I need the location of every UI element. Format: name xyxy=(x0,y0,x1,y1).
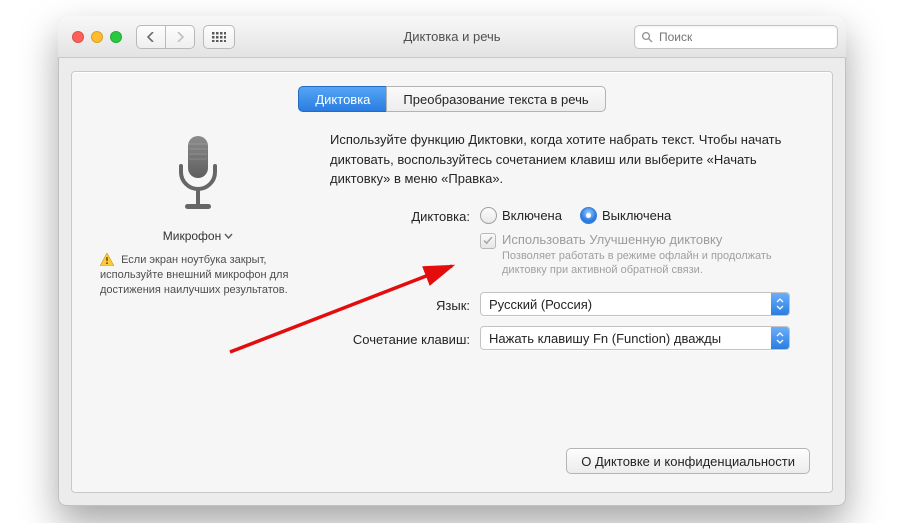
warning-text: Если экран ноутбука закрыт, используйте … xyxy=(100,254,288,296)
select-value: Русский (Россия) xyxy=(489,297,592,312)
radio-label: Выключена xyxy=(602,208,671,223)
radio-icon xyxy=(580,207,597,224)
enhanced-sublabel: Позволяет работать в режиме офлайн и про… xyxy=(502,249,812,279)
content-area: Диктовка Преобразование текста в речь xyxy=(71,71,833,493)
forward-button[interactable] xyxy=(165,25,195,49)
dictation-off-radio[interactable]: Выключена xyxy=(580,207,671,224)
tab-label: Преобразование текста в речь xyxy=(403,92,588,107)
language-select[interactable]: Русский (Россия) xyxy=(480,292,790,316)
tab-text-to-speech[interactable]: Преобразование текста в речь xyxy=(386,86,605,112)
enhanced-label: Использовать Улучшенную диктовку xyxy=(502,232,812,247)
microphone-label: Микрофон xyxy=(163,229,221,243)
select-value: Нажать клавишу Fn (Function) дважды xyxy=(489,331,721,346)
microphone-panel: Микрофон Если экран ноутбука закрыт, исп… xyxy=(92,130,304,360)
button-label: О Диктовке и конфиденциальности xyxy=(581,454,795,469)
preferences-window: Диктовка и речь Диктовка Преобразование … xyxy=(58,16,846,506)
dictation-on-radio[interactable]: Включена xyxy=(480,207,562,224)
updown-icon xyxy=(771,327,789,349)
chevron-down-icon xyxy=(224,233,233,239)
nav-buttons xyxy=(136,25,195,49)
zoom-window-button[interactable] xyxy=(110,31,122,43)
language-row-label: Язык: xyxy=(330,296,480,313)
search-icon xyxy=(641,31,653,43)
microphone-icon xyxy=(92,134,304,219)
checkbox-icon xyxy=(480,233,496,249)
radio-icon xyxy=(480,207,497,224)
dictation-row-label: Диктовка: xyxy=(330,207,480,224)
shortcut-row-label: Сочетание клавиш: xyxy=(330,330,480,347)
radio-label: Включена xyxy=(502,208,562,223)
back-button[interactable] xyxy=(136,25,166,49)
search-field[interactable] xyxy=(634,25,838,49)
enhanced-dictation-checkbox[interactable]: Использовать Улучшенную диктовку Позволя… xyxy=(480,232,812,279)
window-controls xyxy=(72,31,122,43)
privacy-button[interactable]: О Диктовке и конфиденциальности xyxy=(566,448,810,474)
close-window-button[interactable] xyxy=(72,31,84,43)
shortcut-select[interactable]: Нажать клавишу Fn (Function) дважды xyxy=(480,326,790,350)
dictation-radio-group: Включена Выключена xyxy=(480,207,812,224)
dictation-description: Используйте функцию Диктовки, когда хоти… xyxy=(330,130,812,189)
updown-icon xyxy=(771,293,789,315)
tab-label: Диктовка xyxy=(315,92,370,107)
search-input[interactable] xyxy=(657,29,831,45)
tab-dictation[interactable]: Диктовка xyxy=(298,86,387,112)
show-all-button[interactable] xyxy=(203,25,235,49)
microphone-warning: Если экран ноутбука закрыт, используйте … xyxy=(100,253,296,298)
tab-bar: Диктовка Преобразование текста в речь xyxy=(72,86,832,112)
minimize-window-button[interactable] xyxy=(91,31,103,43)
settings-panel: Используйте функцию Диктовки, когда хоти… xyxy=(330,130,812,360)
title-bar: Диктовка и речь xyxy=(58,16,846,58)
microphone-dropdown[interactable]: Микрофон xyxy=(163,229,233,243)
warning-icon xyxy=(100,253,114,266)
